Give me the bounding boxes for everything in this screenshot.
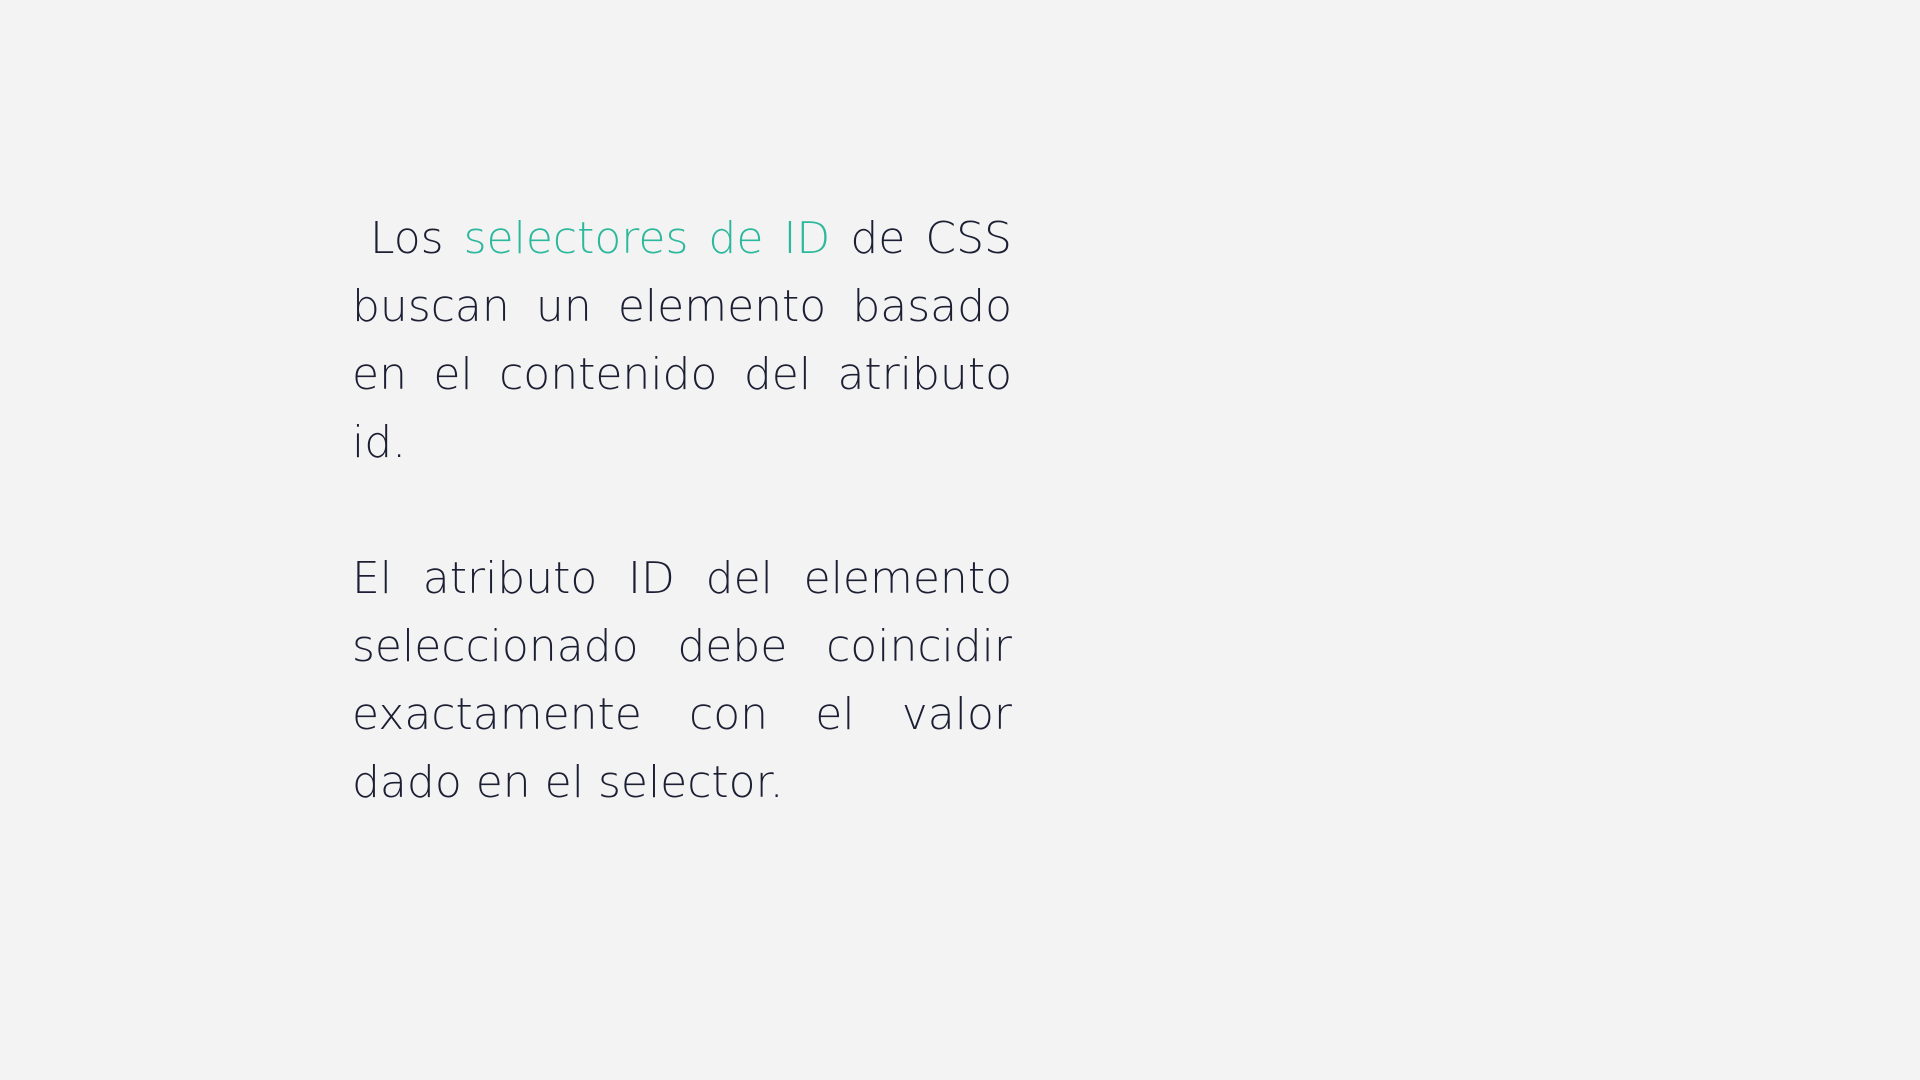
highlighted-term: selectores de ID xyxy=(463,213,831,264)
text-block: Los selectores de ID de CSS buscan un el… xyxy=(352,205,1012,817)
slide: Los selectores de ID de CSS buscan un el… xyxy=(0,0,1920,1080)
paragraph-1-intro: Los xyxy=(370,213,444,264)
paragraph-2: El atributo ID del elemento seleccionado… xyxy=(352,553,1012,808)
paragraph-1: Los selectores de ID de CSS buscan un el… xyxy=(352,205,1012,477)
